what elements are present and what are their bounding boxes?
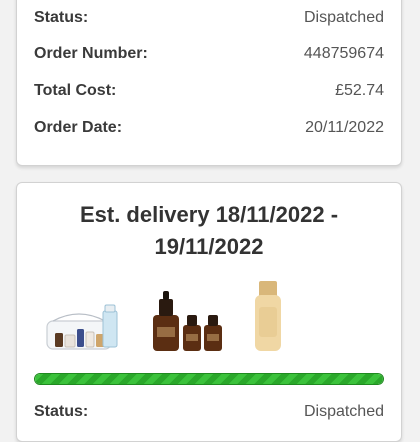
delivery-status-value: Dispatched	[303, 403, 384, 420]
total-cost-row: Total Cost: £52.74	[34, 82, 384, 104]
delivery-progress-bar	[34, 373, 384, 385]
order-number-label: Order Number:	[34, 45, 148, 62]
lotion-bottle-image	[255, 281, 281, 351]
order-date-value: 20/11/2022	[305, 119, 384, 136]
total-cost-value: £52.74	[335, 82, 384, 99]
gift-set-bag-image	[46, 304, 118, 350]
total-cost-label: Total Cost:	[34, 82, 117, 99]
delivery-progress-fill	[35, 374, 383, 384]
delivery-status-row: Status: Dispatched	[34, 403, 384, 425]
serum-bottles-image	[153, 291, 222, 351]
delivery-estimate: Est. delivery 18/11/2022 - 19/11/2022	[79, 202, 339, 259]
status-row: Status: Dispatched	[34, 9, 384, 31]
order-number-value: 448759674	[303, 45, 384, 62]
product-images	[46, 281, 281, 351]
order-date-row: Order Date: 20/11/2022	[34, 119, 384, 141]
delivery-status-label: Status:	[34, 403, 89, 420]
order-summary-card: Status: Dispatched Order Number: 4487596…	[16, 0, 402, 166]
delivery-card[interactable]: Est. delivery 18/11/2022 - 19/11/2022 St…	[16, 182, 402, 442]
status-label: Status:	[34, 9, 89, 26]
order-number-row: Order Number: 448759674	[34, 45, 384, 67]
order-date-label: Order Date:	[34, 119, 123, 136]
status-value: Dispatched	[303, 9, 384, 26]
